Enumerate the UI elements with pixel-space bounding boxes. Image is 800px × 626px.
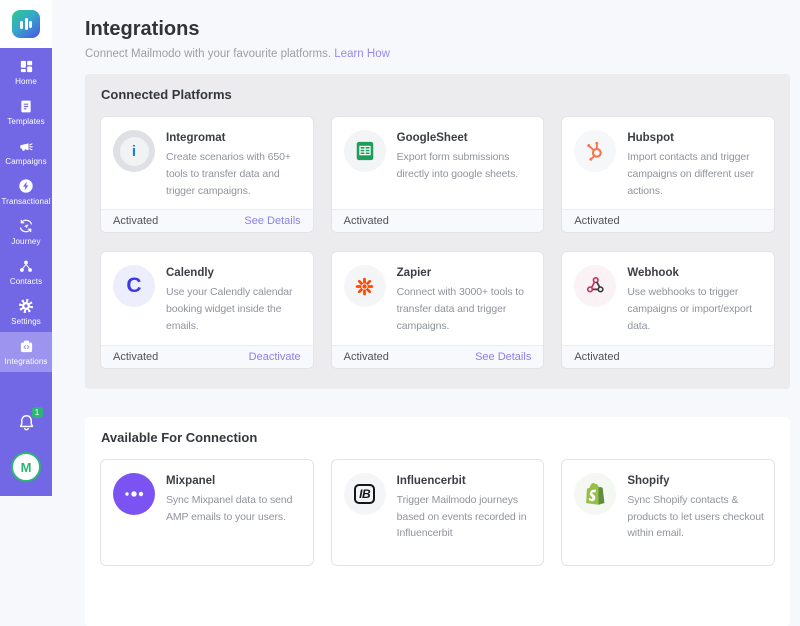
card-title: Zapier [397, 267, 536, 279]
section-heading: Available For Connection [101, 430, 775, 445]
mailmodo-logo-icon[interactable] [12, 10, 40, 38]
card-description: Create scenarios with 650+ tools to tran… [166, 149, 305, 199]
integration-card-hubspot: Hubspot Import contacts and trigger camp… [561, 116, 775, 233]
card-description: Use your Calendly calendar booking widge… [166, 284, 305, 334]
home-icon [19, 59, 34, 74]
status-badge: Activated [344, 215, 389, 227]
sidebar-item-label: Campaigns [5, 157, 46, 166]
sidebar-item-templates[interactable]: Templates [0, 92, 52, 132]
card-description: Export form submissions directly into go… [397, 149, 536, 183]
sidebar-item-contacts[interactable]: Contacts [0, 252, 52, 292]
bell-icon [17, 419, 36, 436]
card-title: Shopify [627, 475, 766, 487]
integration-card-calendly: C Calendly Use your Calendly calendar bo… [100, 251, 314, 368]
integration-card-shopify: Shopify Sync Shopify contacts & products… [561, 459, 775, 566]
sidebar-item-label: Settings [11, 317, 41, 326]
notification-count-badge: 1 [32, 407, 43, 418]
card-title: Integromat [166, 132, 305, 144]
card-description: Sync Shopify contacts & products to let … [627, 492, 766, 542]
integration-card-zapier: Zapier Connect with 3000+ tools to trans… [331, 251, 545, 368]
mixpanel-icon [113, 473, 155, 515]
status-badge: Activated [574, 215, 619, 227]
shopify-icon [574, 473, 616, 515]
main-content: Integrations Connect Mailmodo with your … [52, 0, 800, 496]
sidebar-item-transactional[interactable]: Transactional [0, 172, 52, 212]
section-heading: Connected Platforms [101, 87, 775, 102]
card-title: Influencerbit [397, 475, 536, 487]
page-title: Integrations [85, 18, 800, 41]
deactivate-link[interactable]: Deactivate [249, 351, 301, 363]
sidebar-item-label: Journey [11, 237, 40, 246]
influencerbit-icon: IB [344, 473, 386, 515]
sidebar-item-journey[interactable]: Journey [0, 212, 52, 252]
available-cards-grid: Mixpanel Sync Mixpanel data to send AMP … [100, 459, 775, 566]
integration-card-googlesheet: GoogleSheet Export form submissions dire… [331, 116, 545, 233]
zapier-icon [344, 265, 386, 307]
integromat-icon: i [113, 130, 155, 172]
connected-cards-grid: i Integromat Create scenarios with 650+ … [100, 116, 775, 369]
contacts-icon [18, 259, 34, 274]
user-avatar[interactable]: M [11, 452, 41, 482]
card-title: Calendly [166, 267, 305, 279]
sidebar-item-campaigns[interactable]: Campaigns [0, 132, 52, 172]
available-connection-section: Available For Connection Mixpanel Sync M… [85, 417, 790, 626]
campaigns-icon [18, 139, 34, 154]
status-badge: Activated [344, 351, 389, 363]
sidebar: Home Templates Campaigns Transactional J… [0, 0, 52, 496]
notifications-button[interactable]: 1 [17, 413, 36, 437]
card-title: Webhook [627, 267, 766, 279]
journey-icon [18, 218, 34, 234]
hubspot-icon [574, 130, 616, 172]
card-description: Trigger Mailmodo journeys based on event… [397, 492, 536, 542]
status-badge: Activated [574, 351, 619, 363]
card-description: Import contacts and trigger campaigns on… [627, 149, 766, 199]
learn-how-link[interactable]: Learn How [334, 48, 390, 60]
calendly-icon: C [113, 265, 155, 307]
card-description: Sync Mixpanel data to send AMP emails to… [166, 492, 305, 526]
sidebar-item-label: Contacts [10, 277, 42, 286]
integration-card-webhook: Webhook Use webhooks to trigger campaign… [561, 251, 775, 368]
card-description: Connect with 3000+ tools to transfer dat… [397, 284, 536, 334]
integration-card-integromat: i Integromat Create scenarios with 650+ … [100, 116, 314, 233]
sidebar-bottom: 1 M [0, 413, 52, 496]
see-details-link[interactable]: See Details [475, 351, 531, 363]
integration-card-mixpanel: Mixpanel Sync Mixpanel data to send AMP … [100, 459, 314, 566]
integration-card-influencerbit: IB Influencerbit Trigger Mailmodo journe… [331, 459, 545, 566]
sidebar-item-label: Transactional [1, 197, 50, 206]
integrations-icon [19, 339, 34, 354]
status-badge: Activated [113, 351, 158, 363]
sidebar-item-integrations[interactable]: Integrations [0, 332, 52, 372]
card-title: Mixpanel [166, 475, 305, 487]
sidebar-item-home[interactable]: Home [0, 52, 52, 92]
page-header: Integrations Connect Mailmodo with your … [52, 0, 800, 60]
card-title: GoogleSheet [397, 132, 536, 144]
connected-platforms-section: Connected Platforms i Integromat Create … [85, 74, 790, 389]
card-description: Use webhooks to trigger campaigns or imp… [627, 284, 766, 334]
see-details-link[interactable]: See Details [244, 215, 300, 227]
sidebar-item-label: Templates [7, 117, 44, 126]
settings-icon [18, 298, 34, 314]
card-title: Hubspot [627, 132, 766, 144]
templates-icon [19, 99, 33, 114]
page-subtitle: Connect Mailmodo with your favourite pla… [85, 48, 800, 60]
sidebar-item-label: Integrations [4, 357, 47, 366]
googlesheet-icon [344, 130, 386, 172]
sidebar-item-label: Home [15, 77, 37, 86]
status-badge: Activated [113, 215, 158, 227]
transactional-icon [18, 178, 34, 194]
logo-area [0, 0, 52, 48]
sidebar-item-settings[interactable]: Settings [0, 292, 52, 332]
sidebar-nav: Home Templates Campaigns Transactional J… [0, 48, 52, 372]
webhook-icon [574, 265, 616, 307]
